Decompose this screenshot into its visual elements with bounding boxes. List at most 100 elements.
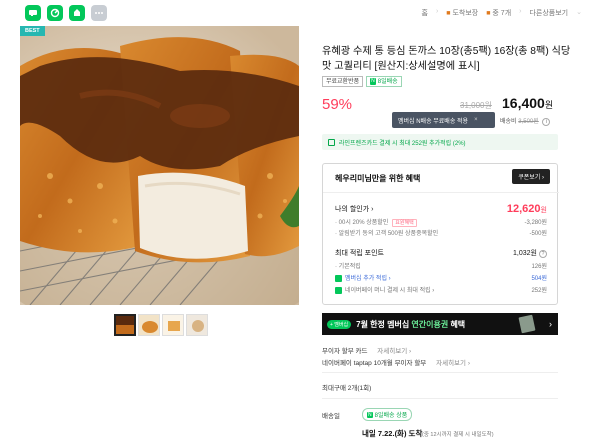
free-shipping-tooltip: 멤버십 N배송 무료배송 적용 × <box>392 112 495 128</box>
naver-n-icon: N <box>367 411 373 418</box>
n-delivery-tag: N 8일배송 <box>366 76 402 87</box>
shipping-label: 배송비 <box>500 119 517 125</box>
crumb-home[interactable]: 홈 <box>421 8 427 18</box>
my-price-label-text: 나의 할인가 <box>335 206 370 213</box>
product-tags: 무료교환반품 N 8일배송 <box>322 76 402 87</box>
max-purchase: 최대구매 2개(1회) <box>322 385 372 392</box>
points-detail-row: 네이버페이 머니 결제 시 최대 적립 › 252원 <box>335 285 547 294</box>
discount-value: -500원 <box>529 231 547 237</box>
shipping-fee-value: 3,500원 <box>518 119 539 125</box>
naverpay-icon <box>335 286 342 294</box>
help-icon[interactable]: ? <box>539 250 547 258</box>
close-icon[interactable]: × <box>474 117 478 123</box>
card-promo-text: 라인프렌즈카드 결제 시 최대 252원 추가적립 (2%) <box>339 140 466 147</box>
points-detail-text: 멤버십 추가 적립 <box>345 276 387 282</box>
naverpay-installment-label: 네이버페이 taptap 10개월 무이자 할부 <box>322 360 427 367</box>
membership-banner[interactable]: + 멤버십 7월 한정 멤버십 연간이용권 혜택 › <box>322 313 558 335</box>
thumbnail-strip <box>114 314 208 336</box>
crumb-guarantee-label: 도착보장 <box>452 10 479 17</box>
more-link-label: 자세히보기 <box>436 360 467 367</box>
coupon-button[interactable]: 쿠폰보기 › <box>512 169 550 184</box>
crumb-separator: › <box>519 8 522 15</box>
delivery-note: (중 12시까지 결제 시 내일도착) <box>422 432 494 438</box>
banner-text-after: 혜택 <box>448 319 466 329</box>
chevron-right-icon: › <box>549 319 552 329</box>
share-icon[interactable] <box>47 5 63 21</box>
product-image[interactable]: BEST <box>20 26 299 305</box>
points-detail-row: 멤버십 추가 적립 › 504원 <box>335 273 547 282</box>
discount-row: · 알림받기 동의 고객 500원 상품중복할인 -500원 <box>335 228 547 237</box>
card-icon <box>328 138 335 146</box>
store-icon[interactable] <box>69 5 85 21</box>
thumbnail[interactable] <box>138 314 160 336</box>
more-link-label: 자세히보기 <box>377 348 408 355</box>
thumbnail[interactable] <box>186 314 208 336</box>
crumb-count-label: 중 7개 <box>492 10 512 17</box>
discount-value: -3,280원 <box>524 220 547 226</box>
more-icon[interactable] <box>91 5 107 21</box>
naver-n-icon: N <box>370 78 376 85</box>
points-detail-value: 252원 <box>531 288 547 294</box>
divider <box>322 372 558 373</box>
membership-points-link[interactable]: 멤버십 추가 적립 › <box>335 273 391 282</box>
card-promo-bar[interactable]: 라인프렌즈카드 결제 시 최대 252원 추가적립 (2%) <box>322 134 558 150</box>
naverpay-installment-more[interactable]: 자세히보기 › <box>436 360 470 367</box>
banner-text-before: 7월 한정 멤버십 <box>356 319 412 329</box>
points-detail-label: · 기본적립 <box>335 264 361 270</box>
interest-free-card-more[interactable]: 자세히보기 › <box>377 348 411 355</box>
thumbnail[interactable] <box>162 314 184 336</box>
my-price: 12,620원 <box>507 203 547 215</box>
chat-icon[interactable] <box>25 5 41 21</box>
free-return-tag: 무료교환반품 <box>322 76 364 87</box>
breadcrumb: 홈 › ■ 도착보장 ■ 중 7개 › 다른상품보기 ⌄ <box>421 8 582 18</box>
points-detail-text: 기본적립 <box>338 264 361 270</box>
box-icon: ■ <box>486 10 491 17</box>
banner-text-highlight: 연간이용권 <box>411 319 449 329</box>
n-delivery-label: 8일배송 <box>377 78 398 85</box>
points-detail-row: · 기본적립 126원 <box>335 261 547 270</box>
original-price: 31,000원 <box>460 101 492 110</box>
discount-label: 알림받기 동의 고객 500원 상품중복할인 <box>338 231 439 237</box>
points-total: 1,032원? <box>513 248 547 258</box>
my-price-unit: 원 <box>540 207 547 214</box>
membership-badge: + 멤버십 <box>327 319 352 329</box>
chevron-down-icon: ⌄ <box>576 9 582 16</box>
my-price-row: 나의 할인가 › 12,620원 <box>335 203 547 215</box>
crumb-other-products[interactable]: 다른상품보기 <box>529 8 568 18</box>
shipping-fee: 배송비 3,500원 i <box>500 116 551 126</box>
points-row: 최대 적립 포인트 1,032원? <box>335 248 547 258</box>
benefit-box: 헤우리미님만을 위한 혜택 쿠폰보기 › 나의 할인가 › 12,620원 · … <box>322 163 559 305</box>
points-detail-value: 504원 <box>531 276 547 282</box>
divider <box>322 398 558 399</box>
pork-cutlet-illustration <box>20 26 299 305</box>
discount-label: 00시 20% 상품할인 <box>338 220 389 226</box>
current-price-unit: 원 <box>544 100 554 110</box>
my-price-value: 12,620 <box>506 203 541 215</box>
naver-n-icon <box>335 274 342 282</box>
crumb-separator: › <box>435 8 439 15</box>
current-price: 16,400원 <box>502 95 553 111</box>
delivery-tag: N 8일배송 상품 <box>362 408 413 421</box>
interest-free-card-row: 무이자 할부 카드 자세히보기 › <box>322 345 411 355</box>
delivery-date: 내일 7.22.(화) 도착 <box>362 429 423 438</box>
my-price-label[interactable]: 나의 할인가 › <box>335 204 373 214</box>
current-price-value: 16,400 <box>502 95 545 111</box>
discount-pill: 요원혜택 <box>392 219 417 227</box>
discount-row-label: · 00시 20% 상품할인 요원혜택 <box>335 217 417 227</box>
benefit-title: 헤우리미님만을 위한 혜택 <box>335 174 421 183</box>
points-label: 최대 적립 포인트 <box>335 250 384 257</box>
crumb-count[interactable]: ■ 중 7개 <box>486 8 511 18</box>
points-value: 1,032원 <box>513 250 537 257</box>
crumb-guarantee[interactable]: ■ 도착보장 <box>446 8 478 18</box>
delivery-label: 배송일 <box>322 413 340 420</box>
thumbnail[interactable] <box>114 314 136 336</box>
divider <box>323 192 559 193</box>
info-icon[interactable]: i <box>542 118 551 126</box>
tooltip-text: 멤버십 N배송 무료배송 적용 <box>398 118 469 125</box>
naverpay-points-link[interactable]: 네이버페이 머니 결제 시 최대 적립 › <box>335 285 434 294</box>
coupon-button-label: 쿠폰보기 <box>518 175 541 181</box>
points-detail-text: 네이버페이 머니 결제 시 최대 적립 <box>345 288 431 294</box>
delivery-tag-label: 8일배송 상품 <box>374 413 408 419</box>
naverpay-installment-row: 네이버페이 taptap 10개월 무이자 할부 자세히보기 › <box>322 357 470 367</box>
best-badge: BEST <box>20 26 45 36</box>
